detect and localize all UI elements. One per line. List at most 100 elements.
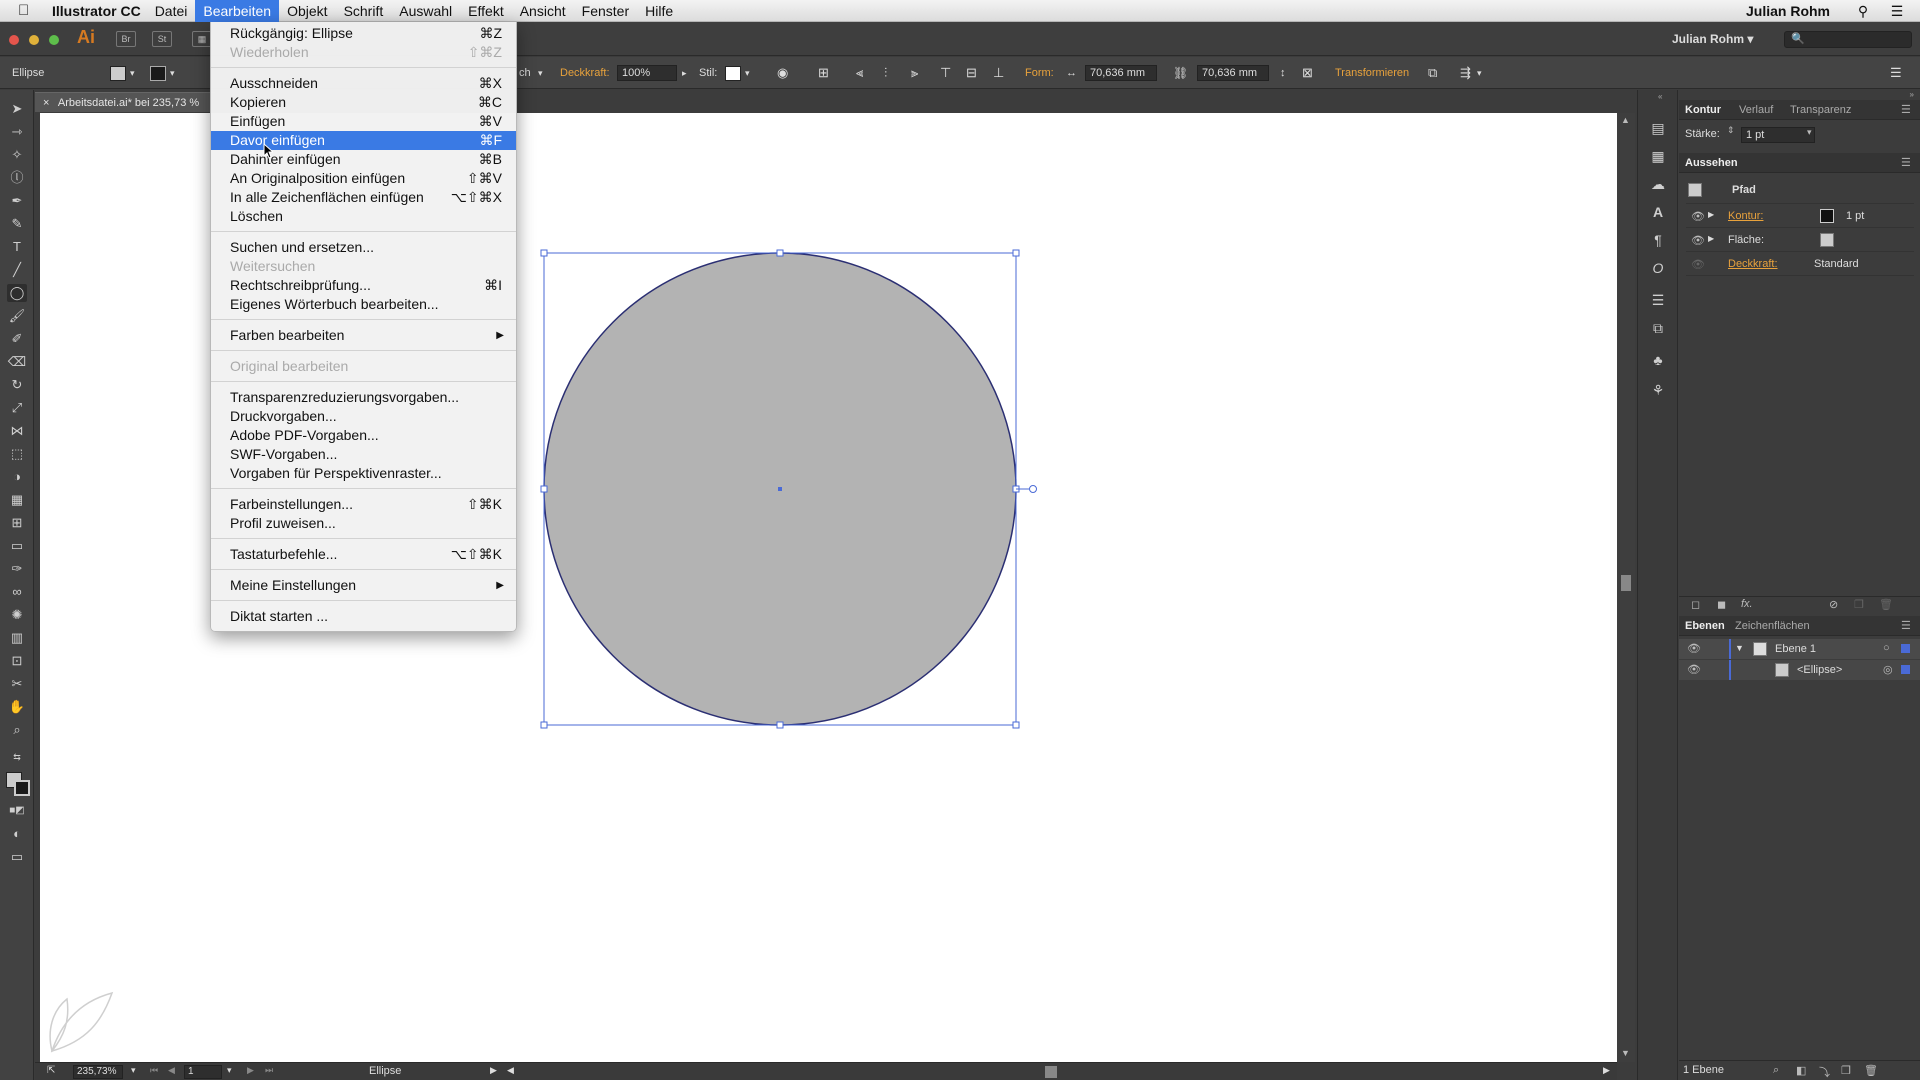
fill-swatch[interactable]: [110, 66, 126, 81]
zoom-window-icon[interactable]: [49, 35, 59, 45]
collapse-panels-icon[interactable]: «: [1658, 92, 1662, 101]
delete-item-icon[interactable]: 🗑: [1879, 598, 1893, 611]
menu-schrift[interactable]: Schrift: [336, 0, 392, 22]
scale-tool-icon[interactable]: ⤢: [7, 399, 27, 417]
transform-link[interactable]: Transformieren: [1335, 57, 1409, 89]
asset-export-icon[interactable]: ⚘: [1648, 380, 1668, 400]
paragraph-icon[interactable]: ¶: [1648, 230, 1668, 250]
stock-button[interactable]: St: [152, 31, 172, 47]
spotlight-search-icon[interactable]: ⚲: [1852, 3, 1874, 20]
menubar-user[interactable]: Julian Rohm: [1746, 3, 1830, 19]
sublayer-name[interactable]: <Ellipse>: [1797, 664, 1842, 676]
stroke-weight-input[interactable]: 1 pt: [1741, 127, 1815, 143]
add-stroke-icon[interactable]: ◻: [1691, 598, 1700, 611]
appearance-menu-icon[interactable]: ☰: [1901, 153, 1911, 173]
share-icon[interactable]: ⇱: [47, 1065, 55, 1076]
selection-tool-icon[interactable]: ➤: [7, 100, 27, 118]
fill-dropdown-icon[interactable]: ▾: [130, 57, 135, 89]
stroke-dropdown-icon[interactable]: ▾: [170, 57, 175, 89]
tab-gradient[interactable]: Verlauf: [1739, 100, 1773, 120]
menu-item-keyboard-shortcuts[interactable]: Tastaturbefehle... ⌥⇧⌘K: [211, 545, 516, 564]
align-middle-icon[interactable]: ⊟: [966, 57, 977, 89]
help-search-input[interactable]: 🔍: [1784, 31, 1912, 48]
mesh-tool-icon[interactable]: ⊞: [7, 514, 27, 532]
stroke-label[interactable]: Kontur:: [1728, 210, 1763, 222]
appearance-object-row[interactable]: Pfad: [1686, 178, 1914, 204]
visibility-eye-icon[interactable]: 👁: [1687, 663, 1701, 676]
visibility-eye-icon[interactable]: 👁: [1691, 210, 1705, 223]
layer-row[interactable]: 👁 <Ellipse> ◎: [1679, 660, 1920, 680]
stroke-color-swatch[interactable]: [1820, 209, 1834, 223]
eraser-tool-icon[interactable]: ⌫: [7, 353, 27, 371]
height-input[interactable]: 70,636 mm: [1197, 65, 1269, 81]
expand-arrow-icon[interactable]: ▶: [1708, 210, 1714, 219]
appearance-stroke-row[interactable]: 👁 ▶ Kontur: 1 pt: [1686, 204, 1914, 228]
width-tool-icon[interactable]: ⋈: [7, 422, 27, 440]
align-center-icon[interactable]: ⫶: [884, 57, 887, 89]
opacity-slider-icon[interactable]: ▸: [682, 57, 687, 89]
arrange-documents-icon[interactable]: ▦: [192, 31, 212, 47]
app-name-menu[interactable]: Illustrator CC: [52, 3, 141, 19]
align-left-icon[interactable]: ⫷: [856, 57, 863, 89]
arrange-icon[interactable]: ⇶: [1460, 57, 1471, 89]
appearance-fill-row[interactable]: 👁 ▶ Fläche:: [1686, 228, 1914, 252]
menu-item-paste[interactable]: Einfügen ⌘V: [211, 112, 516, 131]
free-transform-tool-icon[interactable]: ⬚: [7, 445, 27, 463]
drawing-mode-icon[interactable]: ◐: [7, 825, 27, 843]
add-effect-icon[interactable]: fx.: [1741, 598, 1753, 610]
next-artboard-icon[interactable]: ▶: [247, 1065, 254, 1076]
ellipse-tool-icon[interactable]: ◯: [7, 284, 27, 302]
menu-item-print-presets[interactable]: Druckvorgaben...: [211, 407, 516, 426]
close-window-icon[interactable]: [9, 35, 19, 45]
apple-icon[interactable]: : [18, 2, 40, 19]
new-layer-icon[interactable]: ❐: [1841, 1064, 1851, 1077]
menu-item-edit-dictionary[interactable]: Eigenes Wörterbuch bearbeiten...: [211, 295, 516, 314]
menu-ansicht[interactable]: Ansicht: [512, 0, 574, 22]
align-to-icon[interactable]: ⊞: [818, 57, 829, 89]
curvature-tool-icon[interactable]: ✎: [7, 215, 27, 233]
new-sublayer-icon[interactable]: ⤵: [1819, 1064, 1830, 1080]
pathfinder-icon[interactable]: ⧉: [1648, 318, 1668, 338]
menu-item-color-settings[interactable]: Farbeinstellungen... ⇧⌘K: [211, 495, 516, 514]
make-clipping-mask-icon[interactable]: ◧: [1796, 1064, 1806, 1077]
artboard-dropdown-icon[interactable]: ▾: [227, 1065, 232, 1076]
close-document-icon[interactable]: ×: [43, 97, 49, 109]
menu-item-clear[interactable]: Löschen: [211, 207, 516, 226]
add-fill-icon[interactable]: ◼: [1717, 598, 1726, 611]
previous-artboard-icon[interactable]: ◀: [168, 1065, 175, 1076]
zoom-level-input[interactable]: 235,73%: [73, 1065, 123, 1079]
character-icon[interactable]: A: [1648, 202, 1668, 222]
opacity-input[interactable]: 100%: [617, 65, 677, 81]
visibility-eye-icon[interactable]: 👁: [1687, 642, 1701, 655]
panel-menu-icon[interactable]: ☰: [1901, 100, 1911, 120]
arrange-dropdown-icon[interactable]: ▾: [1477, 57, 1482, 89]
expand-dock-icon[interactable]: »: [1910, 90, 1914, 99]
style-dropdown-icon[interactable]: ▾: [745, 57, 750, 89]
menu-item-paste-in-front[interactable]: Davor einfügen ⌘F: [211, 131, 516, 150]
menu-item-paste-on-all-artboards[interactable]: In alle Zeichenflächen einfügen ⌥⇧⌘X: [211, 188, 516, 207]
horizontal-scroll-thumb[interactable]: [1045, 1066, 1057, 1078]
selection-indicator[interactable]: [1901, 644, 1910, 653]
target-icon[interactable]: ○: [1883, 642, 1890, 654]
symbols-icon[interactable]: ♣: [1648, 350, 1668, 370]
pie-widget-handle[interactable]: [1029, 485, 1037, 493]
menu-item-paste-in-place[interactable]: An Originalposition einfügen ⇧⌘V: [211, 169, 516, 188]
pen-tool-icon[interactable]: ✒: [7, 192, 27, 210]
artboard-number-input[interactable]: 1: [184, 1065, 222, 1079]
recolor-artwork-icon[interactable]: ◉: [777, 57, 788, 89]
stroke-color-icon[interactable]: [14, 780, 30, 796]
stroke-weight-stepper-icon[interactable]: ⇕: [1727, 125, 1735, 136]
first-artboard-icon[interactable]: ⏮: [150, 1065, 158, 1076]
menu-item-edit-colors[interactable]: Farben bearbeiten ▶: [211, 326, 516, 345]
vertical-scrollbar[interactable]: ▲ ▼: [1617, 113, 1635, 1062]
scroll-left-icon[interactable]: ◀: [507, 1065, 514, 1076]
scroll-down-icon[interactable]: ▼: [1621, 1048, 1630, 1058]
menu-hilfe[interactable]: Hilfe: [637, 0, 681, 22]
stroke-weight-dropdown-icon[interactable]: ▾: [1807, 127, 1812, 138]
menu-item-pdf-presets[interactable]: Adobe PDF-Vorgaben...: [211, 426, 516, 445]
status-text[interactable]: Ellipse: [369, 1065, 401, 1077]
shape-builder-tool-icon[interactable]: ◑: [7, 468, 27, 486]
notification-list-icon[interactable]: ☰: [1886, 3, 1908, 20]
blend-tool-icon[interactable]: ∞: [7, 583, 27, 601]
lasso-tool-icon[interactable]: ⓛ: [7, 169, 27, 187]
